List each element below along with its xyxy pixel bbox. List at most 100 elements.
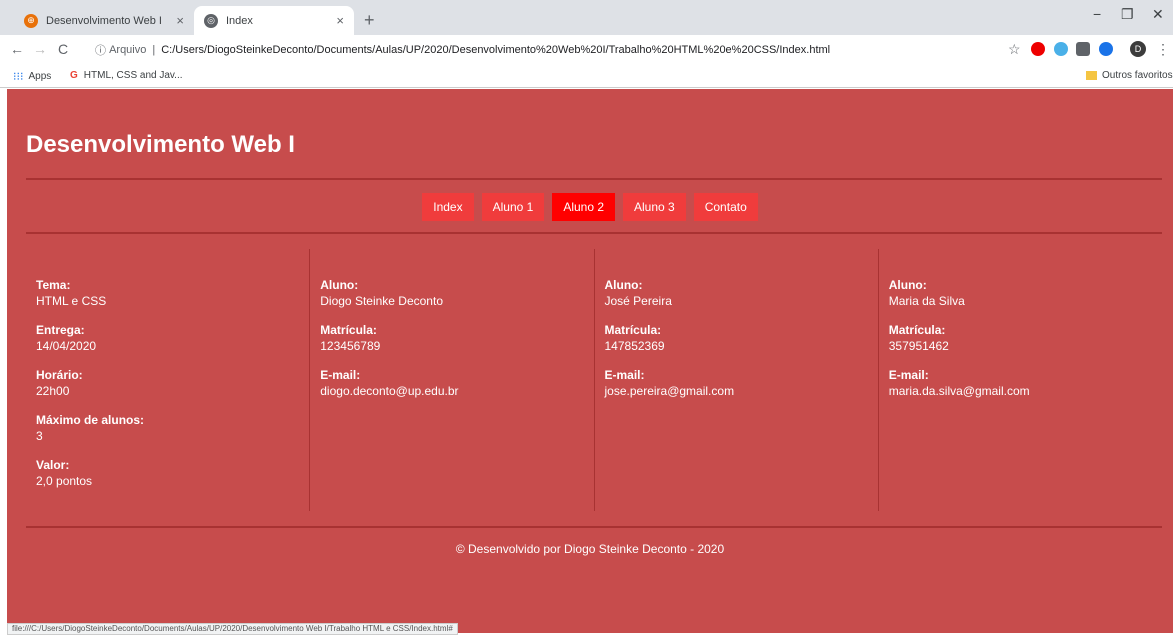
google-icon: G (70, 70, 78, 81)
apps-grid-icon: ⁝⁝⁝ (13, 71, 24, 83)
bookmark-label: Outros favoritos (1102, 70, 1173, 81)
back-icon[interactable]: ← (10, 41, 24, 57)
student-email-field: E-mail: maria.da.silva@gmail.com (889, 367, 1152, 399)
field-value: 2,0 pontos (36, 474, 93, 488)
nav-index[interactable]: Index (422, 193, 474, 221)
bookmark-label: HTML, CSS and Jav... (83, 70, 183, 81)
field-label: Matrícula: (320, 323, 377, 337)
student-email: diogo.deconto@up.edu.br (320, 384, 459, 398)
divider (26, 178, 1162, 180)
tab-title: Desenvolvimento Web I (46, 14, 162, 27)
student-email-field: E-mail: jose.pereira@gmail.com (605, 367, 868, 399)
reload-icon[interactable]: C (58, 41, 68, 57)
field-label: Horário: (36, 368, 83, 382)
student-id: 147852369 (604, 339, 665, 353)
student-name: Diogo Steinke Deconto (320, 294, 443, 308)
info-field: Máximo de alunos: 3 (36, 412, 299, 444)
tab-title: Index (226, 14, 253, 27)
student-card: Aluno: Maria da Silva Matrícula: 3579514… (879, 249, 1162, 511)
field-label: Aluno: (604, 278, 643, 292)
info-field: Horário: 22h00 (36, 367, 299, 399)
status-bar-url: file:///C:/Users/DiogoSteinkeDeconto/Doc… (7, 623, 458, 635)
nav-aluno-2[interactable]: Aluno 2 (552, 193, 616, 221)
site-favicon-icon: ⊕ (24, 13, 38, 28)
student-email-field: E-mail: diogo.deconto@up.edu.br (320, 367, 583, 399)
field-label: Entrega: (36, 323, 85, 337)
divider (26, 526, 1162, 528)
student-email: jose.pereira@gmail.com (604, 384, 735, 398)
tab-index[interactable]: ◎ Index × (194, 6, 354, 35)
cloud-extension-icon[interactable] (1054, 42, 1068, 56)
field-label: Máximo de alunos: (36, 413, 145, 427)
student-name: Maria da Silva (888, 294, 965, 308)
student-name-field: Aluno: José Pereira (605, 277, 868, 309)
browser-chrome: ⊕ Desenvolvimento Web I × ◎ Index × + − … (0, 0, 1173, 88)
field-label: Valor: (36, 458, 70, 472)
bookmark-apps[interactable]: ⁝⁝⁝ Apps (13, 70, 51, 83)
page-content: Desenvolvimento Web I Index Aluno 1 Alun… (7, 89, 1173, 633)
url-text: C:/Users/DiogoSteinkeDeconto/Documents/A… (161, 44, 831, 56)
opera-extension-icon[interactable] (1031, 42, 1045, 56)
close-window-icon[interactable]: ✕ (1152, 6, 1164, 23)
student-name-field: Aluno: Maria da Silva (889, 277, 1152, 309)
forward-icon[interactable]: → (33, 41, 47, 57)
shield-extension-icon[interactable] (1076, 42, 1090, 56)
diamond-extension-icon[interactable] (1099, 42, 1113, 56)
field-label: Aluno: (320, 278, 359, 292)
field-label: Matrícula: (888, 323, 946, 337)
address-separator: | (152, 44, 156, 56)
assignment-info: Tema: HTML e CSS Entrega: 14/04/2020 Hor… (26, 249, 311, 511)
field-label: E-mail: (888, 368, 929, 382)
new-tab-button[interactable]: + (364, 10, 375, 31)
address-bar[interactable]: ⓘ Arquivo | C:/Users/DiogoSteinkeDeconto… (95, 39, 995, 61)
student-id-field: Matrícula: 123456789 (320, 322, 583, 354)
info-field: Tema: HTML e CSS (36, 277, 299, 309)
content-columns: Tema: HTML e CSS Entrega: 14/04/2020 Hor… (26, 249, 1162, 511)
nav-contato[interactable]: Contato (693, 193, 758, 221)
bookmark-other-favorites[interactable]: Outros favoritos (1086, 70, 1173, 81)
student-email: maria.da.silva@gmail.com (888, 384, 1030, 398)
site-nav: Index Aluno 1 Aluno 2 Aluno 3 Contato (7, 193, 1173, 221)
bookmark-html-css[interactable]: G HTML, CSS and Jav... (70, 70, 183, 81)
field-value: 22h00 (36, 384, 70, 398)
field-label: Tema: (36, 278, 71, 292)
tab-close-icon[interactable]: × (176, 13, 184, 28)
field-label: E-mail: (320, 368, 361, 382)
folder-icon (1086, 71, 1097, 80)
field-label: Aluno: (888, 278, 927, 292)
globe-icon: ◎ (204, 13, 218, 28)
student-id: 123456789 (320, 339, 381, 353)
tab-strip: ⊕ Desenvolvimento Web I × ◎ Index × + − … (0, 0, 1173, 35)
field-value: 14/04/2020 (36, 339, 97, 353)
bookmarks-bar: ⁝⁝⁝ Apps G HTML, CSS and Jav... Outros f… (0, 65, 1173, 88)
info-field: Valor: 2,0 pontos (36, 457, 299, 489)
security-label: Arquivo (109, 44, 147, 56)
info-icon[interactable]: ⓘ (95, 42, 109, 58)
nav-aluno-3[interactable]: Aluno 3 (623, 193, 686, 221)
field-label: E-mail: (604, 368, 645, 382)
bookmark-star-icon[interactable]: ☆ (1008, 41, 1021, 58)
info-field: Entrega: 14/04/2020 (36, 322, 299, 354)
student-id-field: Matrícula: 147852369 (605, 322, 868, 354)
tab-close-icon[interactable]: × (336, 13, 344, 28)
field-value: HTML e CSS (36, 294, 107, 308)
browser-toolbar: ← → C ⓘ Arquivo | C:/Users/DiogoSteinkeD… (0, 35, 1173, 65)
student-name-field: Aluno: Diogo Steinke Deconto (320, 277, 583, 309)
bookmark-label: Apps (28, 71, 52, 82)
page-title: Desenvolvimento Web I (26, 131, 295, 158)
field-value: 3 (36, 429, 43, 443)
site-footer: © Desenvolvido por Diogo Steinke Deconto… (455, 542, 725, 556)
field-label: Matrícula: (604, 323, 662, 337)
tab-desenvolvimento[interactable]: ⊕ Desenvolvimento Web I × (14, 6, 194, 35)
student-name: José Pereira (604, 294, 672, 308)
student-id: 357951462 (888, 339, 949, 353)
student-card: Aluno: José Pereira Matrícula: 147852369… (595, 249, 879, 511)
divider (26, 232, 1162, 234)
student-card: Aluno: Diogo Steinke Deconto Matrícula: … (310, 249, 595, 511)
nav-aluno-1[interactable]: Aluno 1 (481, 193, 545, 221)
student-id-field: Matrícula: 357951462 (889, 322, 1152, 354)
minimize-icon[interactable]: − (1093, 6, 1101, 22)
profile-avatar[interactable]: D (1130, 41, 1146, 57)
restore-icon[interactable]: ❐ (1121, 6, 1134, 23)
menu-kebab-icon[interactable]: ⋮ (1156, 41, 1170, 58)
